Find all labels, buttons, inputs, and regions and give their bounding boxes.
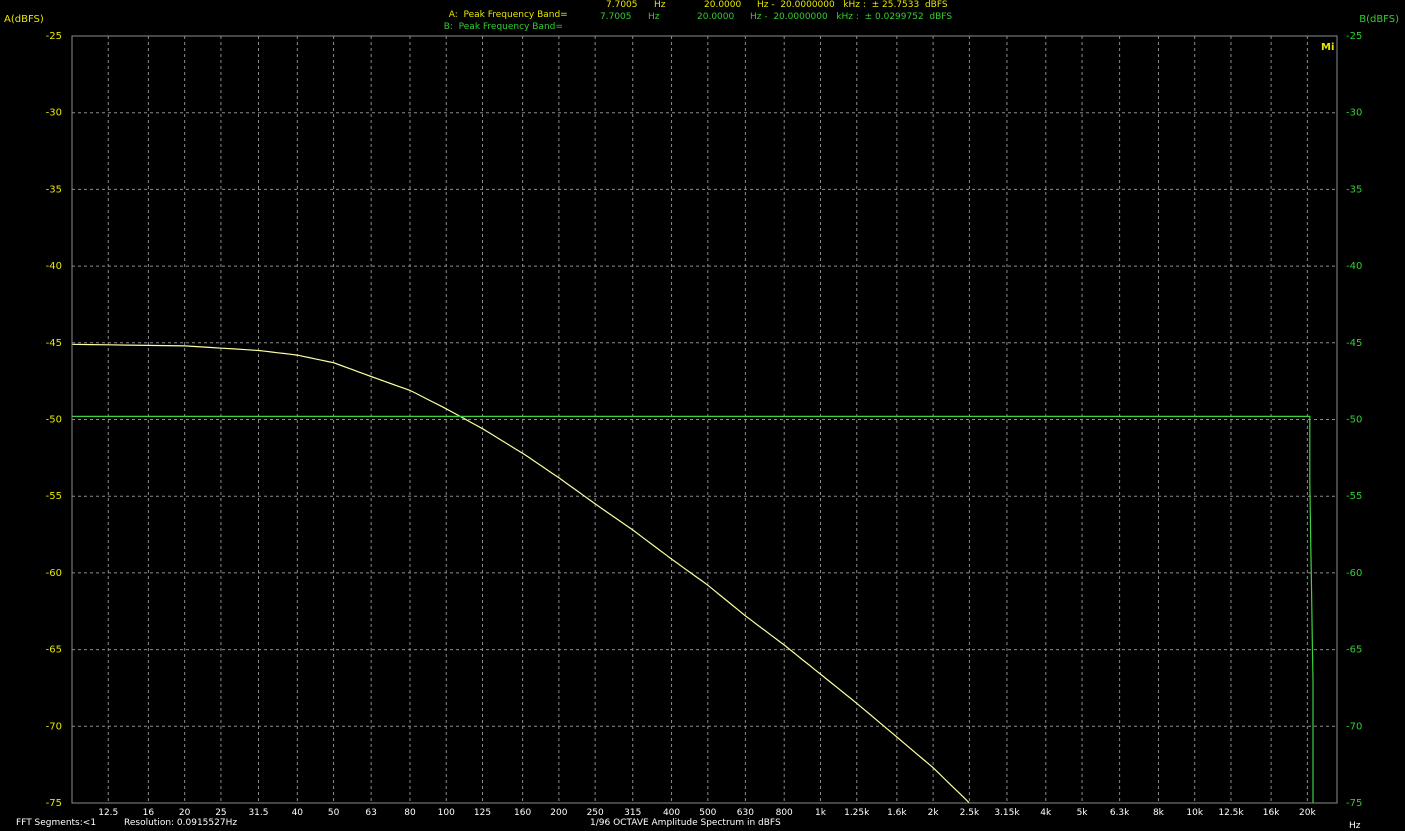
- x-tick-label: 3.15k: [994, 808, 1020, 818]
- x-tick-label: 20k: [1299, 808, 1316, 818]
- x-tick-label: 12.5k: [1218, 808, 1244, 818]
- y-tick-label-right: -75: [1346, 798, 1362, 809]
- logo: Mi: [1321, 42, 1334, 53]
- header-b-value: 7.7005: [600, 12, 632, 22]
- x-tick-label: 1.25k: [844, 808, 870, 818]
- x-tick-label: 800: [776, 808, 793, 818]
- y-tick-label-left: -25: [46, 31, 62, 42]
- y-tick-label-right: -50: [1346, 415, 1362, 426]
- header-a-range-text: Hz - 20.0000000 kHz : ± 25.7533 dBFS: [757, 0, 948, 10]
- x-tick-label: 2k: [928, 808, 940, 818]
- y-tick-label-left: -35: [46, 184, 62, 195]
- x-tick-label: 25: [215, 808, 226, 818]
- x-tick-label: 31.5: [248, 808, 268, 818]
- x-axis-unit: Hz: [1349, 821, 1361, 831]
- x-axis-title: 1/96 OCTAVE Amplitude Spectrum in dBFS: [590, 818, 781, 828]
- header-b-range-start: 20.0000: [697, 12, 735, 22]
- y-tick-label-right: -55: [1346, 491, 1362, 502]
- x-tick-label: 125: [474, 808, 491, 818]
- y-tick-label-left: -70: [46, 721, 62, 732]
- x-tick-label: 50: [328, 808, 340, 818]
- header-b-unit: Hz: [648, 12, 660, 22]
- y-tick-label-right: -70: [1346, 721, 1362, 732]
- x-tick-label: 20: [179, 808, 191, 818]
- x-tick-label: 63: [365, 808, 376, 818]
- y-tick-label-left: -60: [46, 568, 62, 579]
- y-tick-label-right: -30: [1346, 108, 1362, 119]
- y-tick-label-right: -25: [1346, 31, 1362, 42]
- x-tick-label: 1.6k: [887, 808, 907, 818]
- y-tick-label-left: -65: [46, 645, 62, 656]
- y-tick-label-right: -35: [1346, 184, 1362, 195]
- y-tick-label-right: -60: [1346, 568, 1362, 579]
- x-tick-label: 100: [438, 808, 455, 818]
- y-tick-label-left: -30: [46, 108, 62, 119]
- x-tick-label: 315: [624, 808, 641, 818]
- header-a-range-start: 20.0000: [704, 0, 742, 10]
- x-tick-label: 4k: [1040, 808, 1052, 818]
- x-tick-label: 500: [699, 808, 716, 818]
- header-line-b: B: Peak Frequency Band=: [438, 12, 563, 32]
- x-tick-label: 250: [587, 808, 604, 818]
- x-tick-label: 5k: [1077, 808, 1089, 818]
- x-tick-label: 8k: [1153, 808, 1165, 818]
- x-tick-label: 40: [292, 808, 304, 818]
- header-b-label: B: Peak Frequency Band=: [443, 22, 563, 32]
- x-tick-label: 6.3k: [1110, 808, 1130, 818]
- x-tick-label: 16k: [1263, 808, 1280, 818]
- y-tick-label-left: -50: [46, 415, 62, 426]
- header-a-value: 7.7005: [606, 0, 638, 10]
- fft-segments: FFT Segments:<1: [16, 818, 97, 828]
- x-tick-label: 400: [663, 808, 680, 818]
- x-tick-label: 2.5k: [960, 808, 980, 818]
- x-tick-label: 12.5: [98, 808, 118, 818]
- y-axis-right-title: B(dBFS): [1359, 14, 1399, 25]
- spectrum-chart: -25 -25 -30 -30 -35 -35 -40 -40 -45 -45 -50 -50 -55 -…: [4, 14, 1399, 818]
- x-tick-label: 16: [143, 808, 155, 818]
- y-axis-left-title: A(dBFS): [4, 14, 44, 25]
- y-tick-label-left: -55: [46, 491, 62, 502]
- y-tick-label-left: -45: [46, 338, 62, 349]
- x-tick-label: 1k: [815, 808, 827, 818]
- header-a-unit: Hz: [654, 0, 666, 10]
- header-b-range-text: Hz - 20.0000000 kHz : ± 0.0299752 dBFS: [750, 12, 953, 22]
- y-tick-label-right: -65: [1346, 645, 1362, 656]
- y-tick-label-right: -45: [1346, 338, 1362, 349]
- y-tick-label-right: -40: [1346, 261, 1362, 272]
- x-tick-label: 80: [404, 808, 416, 818]
- x-tick-label: 10k: [1186, 808, 1203, 818]
- x-tick-label: 630: [737, 808, 754, 818]
- x-tick-label: 160: [514, 808, 531, 818]
- y-tick-label-left: -75: [46, 798, 62, 809]
- y-tick-label-left: -40: [46, 261, 62, 272]
- resolution: Resolution: 0.0915527Hz: [124, 818, 238, 828]
- x-tick-label: 200: [550, 808, 567, 818]
